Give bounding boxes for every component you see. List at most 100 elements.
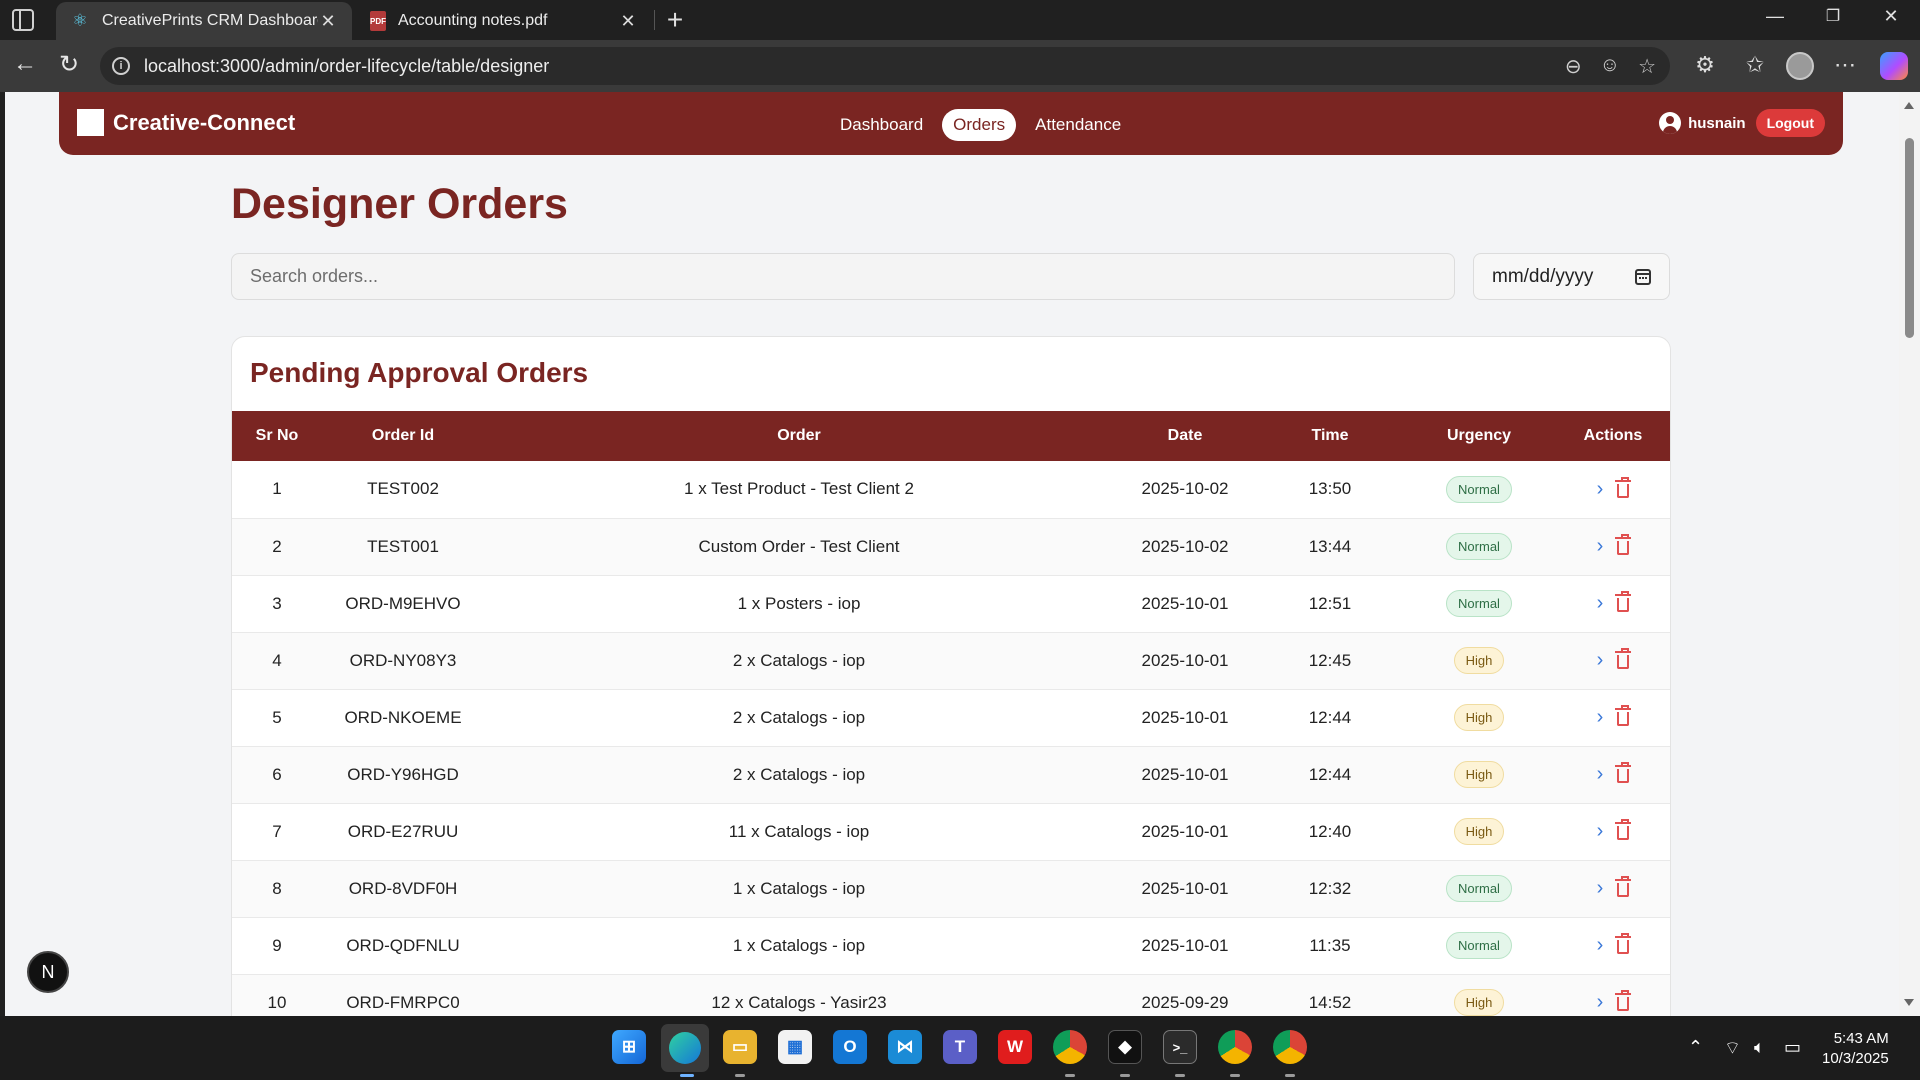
table-row[interactable]: 4 ORD-NY08Y3 2 x Catalogs - iop 2025-10-01 1…: [232, 632, 1670, 689]
nextjs-dev-badge[interactable]: N: [27, 951, 69, 993]
page-viewport: Creative-Connect Dashboard Orders Attend…: [5, 92, 1899, 1016]
back-icon[interactable]: ←: [10, 50, 40, 78]
delete-trash-icon[interactable]: [1615, 705, 1632, 726]
nav-dashboard[interactable]: Dashboard: [829, 109, 934, 141]
table-row[interactable]: 2 TEST001 Custom Order - Test Client 2025-1…: [232, 518, 1670, 575]
cell-actions: ›: [1554, 746, 1670, 803]
cell-order: 2 x Catalogs - iop: [732, 764, 866, 784]
table-row[interactable]: 3 ORD-M9EHVO 1 x Posters - iop 2025-10-01 12…: [232, 575, 1670, 632]
table-row[interactable]: 9 ORD-QDFNLU 1 x Catalogs - iop 2025-10-01 1…: [232, 917, 1670, 974]
nav-orders[interactable]: Orders: [942, 109, 1017, 141]
delete-trash-icon[interactable]: [1615, 534, 1632, 555]
view-chevron-icon[interactable]: ›: [1597, 649, 1604, 672]
delete-trash-icon[interactable]: [1615, 591, 1632, 612]
table-row[interactable]: 7 ORD-E27RUU 11 x Catalogs - iop 2025-10-01…: [232, 803, 1670, 860]
site-info-icon[interactable]: i: [112, 57, 130, 75]
delete-trash-icon[interactable]: [1615, 648, 1632, 669]
view-chevron-icon[interactable]: ›: [1597, 535, 1604, 558]
table-row[interactable]: 5 ORD-NKOEME 2 x Catalogs - iop 2025-10-01 1…: [232, 689, 1670, 746]
chrome-profile-icon[interactable]: [1273, 1030, 1307, 1064]
view-chevron-icon[interactable]: ›: [1597, 592, 1604, 615]
scroll-up-icon[interactable]: [1904, 102, 1914, 109]
view-chevron-icon[interactable]: ›: [1597, 706, 1604, 729]
copilot-icon[interactable]: [1880, 52, 1908, 80]
delete-trash-icon[interactable]: [1615, 876, 1632, 897]
search-input[interactable]: [231, 253, 1455, 300]
cell-order: 1 x Posters - iop: [737, 593, 861, 613]
table-row[interactable]: 6 ORD-Y96HGD 2 x Catalogs - iop 2025-10-01 1…: [232, 746, 1670, 803]
profile-avatar[interactable]: [1786, 52, 1814, 80]
reader-icon[interactable]: ☺: [1600, 54, 1620, 79]
brand[interactable]: Creative-Connect: [77, 109, 295, 136]
cell-time: 13:50: [1308, 479, 1352, 499]
more-icon[interactable]: ⋯: [1830, 52, 1860, 78]
file-explorer-icon[interactable]: ▭: [723, 1030, 757, 1064]
app-cube-icon[interactable]: ◆: [1108, 1030, 1142, 1064]
chrome-icon[interactable]: [1053, 1030, 1087, 1064]
minimize-icon[interactable]: —: [1760, 6, 1790, 27]
table-row[interactable]: 10 ORD-FMRPC0 12 x Catalogs - Yasir23 2025-…: [232, 974, 1670, 1016]
extensions-icon[interactable]: ⚙: [1690, 52, 1720, 78]
tray-overflow-icon[interactable]: ⌃: [1688, 1037, 1703, 1058]
row-actions: ›: [1597, 534, 1632, 558]
vscode-icon[interactable]: ⋈: [888, 1030, 922, 1064]
edge-icon[interactable]: [661, 1024, 709, 1072]
delete-trash-icon[interactable]: [1615, 990, 1632, 1011]
sidebar-toggle-icon[interactable]: [12, 9, 34, 31]
delete-trash-icon[interactable]: [1615, 819, 1632, 840]
window-close-icon[interactable]: ✕: [1876, 6, 1906, 27]
restore-icon[interactable]: ❐: [1818, 6, 1848, 26]
close-icon[interactable]: ✕: [318, 11, 338, 32]
chrome-profile-icon[interactable]: [1218, 1030, 1252, 1064]
date-filter-input[interactable]: mm/dd/yyyy: [1473, 253, 1670, 300]
table-row[interactable]: 1 TEST002 1 x Test Product - Test Client 2…: [232, 461, 1670, 518]
view-chevron-icon[interactable]: ›: [1597, 820, 1604, 843]
teams-icon[interactable]: T: [943, 1030, 977, 1064]
wifi-icon[interactable]: ⌔: [1724, 1037, 1741, 1060]
store-icon[interactable]: ▦: [778, 1030, 812, 1064]
view-chevron-icon[interactable]: ›: [1597, 763, 1604, 786]
calendar-icon[interactable]: [1635, 268, 1651, 285]
volume-icon[interactable]: 🔈︎: [1754, 1037, 1765, 1058]
scroll-down-icon[interactable]: [1904, 999, 1914, 1006]
new-tab-icon[interactable]: +: [662, 4, 688, 36]
outlook-icon[interactable]: O: [833, 1030, 867, 1064]
cell-order: 11 x Catalogs - iop: [728, 821, 870, 841]
brand-name: Creative-Connect: [113, 109, 296, 135]
view-chevron-icon[interactable]: ›: [1597, 877, 1604, 900]
username: husnain: [1688, 114, 1746, 132]
wps-icon[interactable]: W: [998, 1030, 1032, 1064]
url-field[interactable]: i localhost:3000/admin/order-lifecycle/t…: [100, 47, 1670, 85]
logout-button[interactable]: Logout: [1755, 109, 1825, 137]
cell-order-id: TEST001: [367, 536, 439, 556]
system-clock[interactable]: 5:43 AM 10/3/2025: [1822, 1029, 1889, 1069]
header-actions: Actions: [1583, 427, 1643, 444]
windows-taskbar: ⊞ ▭ ▦ O ⋈ T W ◆ >_ ⌃ ⌔ 🔈︎ ▭ 5:43 AM 10/3…: [0, 1016, 1920, 1080]
delete-trash-icon[interactable]: [1615, 476, 1632, 498]
pending-orders-card: Pending Approval Orders Sr No Order Id O…: [231, 336, 1671, 1016]
favorite-star-icon[interactable]: ☆: [1638, 54, 1656, 79]
scrollbar-thumb[interactable]: [1905, 138, 1914, 338]
close-icon[interactable]: ✕: [618, 11, 638, 32]
view-chevron-icon[interactable]: ›: [1597, 478, 1604, 501]
windows-start-icon[interactable]: ⊞: [612, 1030, 646, 1064]
tab-accounting-notes[interactable]: PDF Accounting notes.pdf ✕: [356, 2, 652, 40]
delete-trash-icon[interactable]: [1615, 933, 1632, 954]
row-actions: ›: [1597, 990, 1632, 1014]
cell-time: 12:45: [1308, 650, 1352, 670]
nav-attendance[interactable]: Attendance: [1024, 109, 1132, 141]
tab-creativeprints[interactable]: ⚛ CreativePrints CRM Dashboard ✕: [56, 2, 352, 40]
view-chevron-icon[interactable]: ›: [1597, 991, 1604, 1014]
delete-trash-icon[interactable]: [1615, 762, 1632, 783]
battery-icon[interactable]: ▭: [1784, 1037, 1801, 1058]
cell-order: 2 x Catalogs - iop: [732, 707, 866, 727]
page-scrollbar[interactable]: [1899, 92, 1920, 1016]
table-row[interactable]: 8 ORD-8VDF0H 1 x Catalogs - iop 2025-10-01 1…: [232, 860, 1670, 917]
cell-sr-no: 2: [272, 536, 282, 556]
zoom-icon[interactable]: ⊖: [1565, 54, 1582, 79]
refresh-icon[interactable]: ↻: [54, 50, 84, 79]
terminal-icon[interactable]: >_: [1163, 1030, 1197, 1064]
view-chevron-icon[interactable]: ›: [1597, 934, 1604, 957]
urgency-badge: Normal: [1446, 533, 1512, 560]
favorites-icon[interactable]: ✩: [1740, 52, 1770, 78]
